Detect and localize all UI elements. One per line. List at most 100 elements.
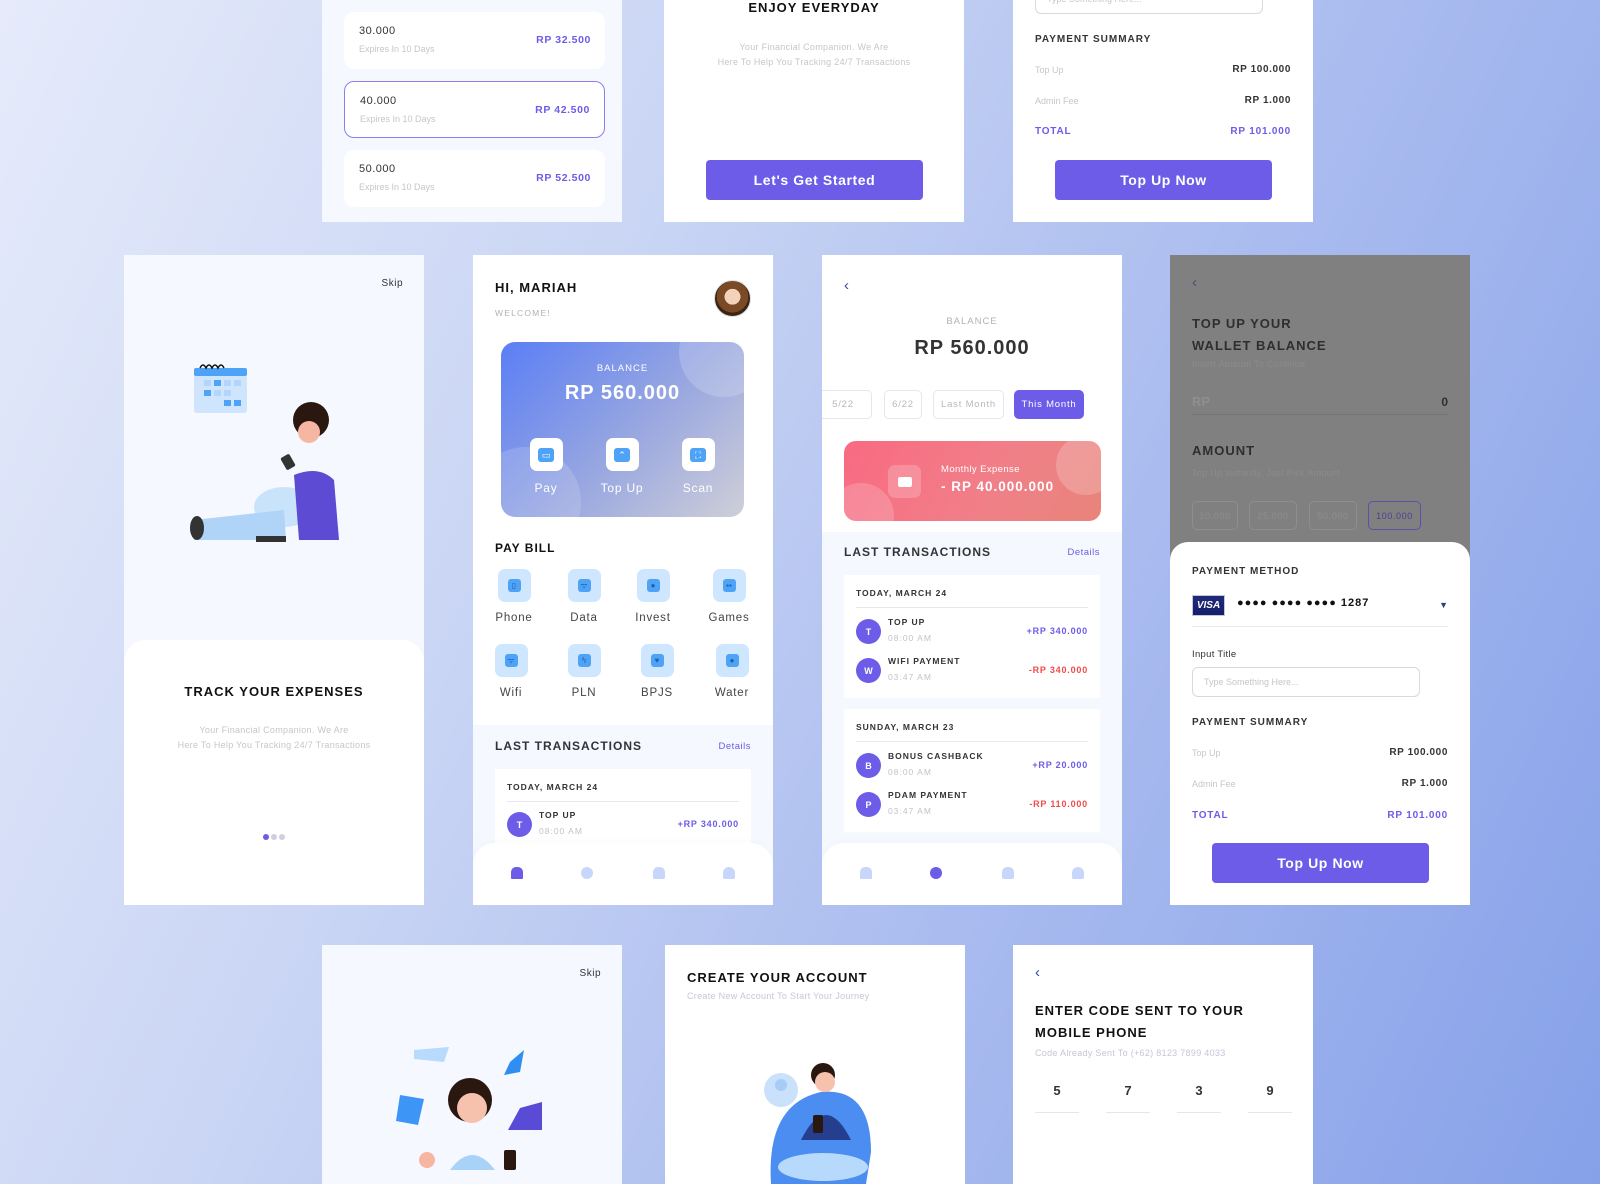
title-line: TOP UP YOUR — [1192, 316, 1292, 331]
history-icon[interactable] — [581, 867, 593, 879]
bill-phone[interactable]: ▯ Phone — [484, 569, 544, 624]
balance-label: BALANCE — [946, 316, 998, 327]
page-dot[interactable] — [279, 834, 285, 840]
get-started-button[interactable]: Let's Get Started — [706, 160, 923, 200]
filter-chip[interactable]: Last Month — [933, 390, 1004, 419]
transaction-avatar: P — [856, 792, 881, 817]
bill-bpjs[interactable]: ♥ BPJS — [627, 644, 687, 699]
home-icon[interactable] — [511, 867, 523, 879]
decorative-circle — [844, 483, 894, 521]
transaction-date: TODAY, MARCH 24 — [856, 588, 948, 598]
quick-action-pay[interactable]: ▭ Pay — [516, 438, 576, 495]
summary-total-row: TOTAL RP 101.000 — [1192, 810, 1448, 821]
input-title-field[interactable]: Type Something Here... — [1035, 0, 1263, 14]
back-chevron-icon[interactable]: ‹ — [1035, 965, 1040, 980]
summary-value: RP 101.000 — [1387, 810, 1448, 821]
details-link[interactable]: Details — [718, 741, 751, 752]
transaction-avatar: T — [856, 619, 881, 644]
amount-option[interactable]: 25.000 — [1249, 501, 1297, 530]
bill-label: Data — [570, 612, 598, 624]
summary-row: Admin Fee RP 1.000 — [1192, 778, 1448, 789]
amount-option[interactable]: 10.000 — [1192, 501, 1238, 530]
filter-chip-active[interactable]: This Month — [1014, 390, 1084, 419]
transaction-row[interactable]: P PDAM PAYMENT 03:47 AM -RP 110.000 — [856, 790, 1088, 820]
history-icon[interactable] — [930, 867, 942, 879]
otp-digit-input[interactable]: 5 — [1035, 1083, 1079, 1113]
transaction-row[interactable]: T TOP UP 08:00 AM +RP 340.000 — [856, 617, 1088, 647]
back-chevron-icon[interactable]: ‹ — [844, 278, 849, 293]
onboarding-track-screen: Skip TRACK YOUR EXPENSES Your Financial … — [124, 255, 424, 905]
details-link[interactable]: Details — [1067, 547, 1100, 558]
balance-card: BALANCE RP 560.000 ▭ Pay ⌃ Top Up ⛶ Scan — [501, 342, 744, 517]
divider — [856, 607, 1088, 608]
quick-action-scan[interactable]: ⛶ Scan — [668, 438, 728, 495]
expense-value: - RP 40.000.000 — [941, 479, 1055, 494]
avatar[interactable] — [714, 280, 751, 317]
bill-wifi[interactable]: ᯤ Wifi — [481, 644, 541, 699]
page-dot-active[interactable] — [263, 834, 269, 840]
transaction-amount: +RP 340.000 — [1026, 626, 1088, 636]
home-icon[interactable] — [860, 867, 872, 879]
package-price: RP 32.500 — [536, 34, 591, 46]
bill-games[interactable]: ▪▪ Games — [699, 569, 759, 624]
transaction-amount: +RP 20.000 — [1032, 760, 1088, 770]
bill-label: PLN — [571, 687, 597, 699]
amount-input[interactable]: RP 0 — [1192, 393, 1448, 415]
transaction-amount: +RP 340.000 — [677, 819, 739, 829]
heart-icon: ♥ — [640, 644, 674, 677]
skip-button[interactable]: Skip — [382, 278, 403, 289]
page-indicator — [124, 834, 424, 840]
bill-pln[interactable]: ϟ PLN — [554, 644, 614, 699]
summary-label: Admin Fee — [1035, 95, 1079, 106]
skip-button[interactable]: Skip — [580, 968, 601, 979]
quick-action-label: Top Up — [600, 481, 644, 495]
amount-subtitle: Top Up Instantly, Just Pick Amount — [1192, 468, 1341, 478]
last-transactions-title: LAST TRANSACTIONS — [844, 545, 991, 559]
balance-label: BALANCE — [596, 363, 649, 374]
back-chevron-icon[interactable]: ‹ — [1192, 275, 1197, 290]
top-up-now-button[interactable]: Top Up Now — [1055, 160, 1272, 200]
calendar-icon — [194, 364, 247, 413]
amount-value: 0 — [1441, 395, 1448, 409]
transaction-row[interactable]: W WIFI PAYMENT 03:47 AM -RP 340.000 — [856, 656, 1088, 686]
package-option[interactable]: 50.000 Expires In 10 Days RP 52.500 — [344, 150, 605, 207]
payment-bottom-sheet: PAYMENT METHOD VISA ●●●● ●●●● ●●●● 1287 … — [1170, 542, 1470, 905]
top-up-now-button[interactable]: Top Up Now — [1212, 843, 1429, 883]
package-price: RP 42.500 — [535, 104, 590, 116]
payment-summary-screen: Type Something Here... PAYMENT SUMMARY T… — [1013, 0, 1313, 222]
pay-bill-title: PAY BILL — [495, 541, 556, 555]
bell-icon[interactable] — [1002, 867, 1014, 879]
title-line: WALLET BALANCE — [1192, 338, 1327, 353]
summary-total-row: TOTAL RP 101.000 — [1035, 126, 1291, 137]
user-icon[interactable] — [1072, 867, 1084, 879]
balance-value: RP 560.000 — [914, 337, 1030, 359]
user-icon[interactable] — [723, 867, 735, 879]
bill-invest[interactable]: ● Invest — [623, 569, 683, 624]
package-list-screen: 30.000 Expires In 10 Days RP 32.500 40.0… — [322, 0, 622, 222]
quick-action-top-up[interactable]: ⌃ Top Up — [592, 438, 652, 495]
package-option-selected[interactable]: 40.000 Expires In 10 Days RP 42.500 — [344, 81, 605, 138]
bill-water[interactable]: ● Water — [702, 644, 762, 699]
create-account-screen: CREATE YOUR ACCOUNT Create New Account T… — [665, 945, 965, 1184]
bill-data[interactable]: ᯤ Data — [554, 569, 614, 624]
invest-icon: ● — [636, 569, 670, 602]
input-title-field[interactable]: Type Something Here... — [1192, 667, 1420, 697]
bell-icon[interactable] — [653, 867, 665, 879]
quick-action-label: Scan — [682, 481, 714, 495]
transaction-row[interactable]: T TOP UP 08:00 AM +RP 340.000 — [507, 810, 739, 840]
chevron-down-icon[interactable]: ▼ — [1439, 600, 1448, 610]
otp-digit-input[interactable]: 7 — [1106, 1083, 1150, 1113]
expense-label: Monthly Expense — [941, 464, 1020, 475]
amount-option-selected[interactable]: 100.000 — [1368, 501, 1421, 530]
package-option[interactable]: 30.000 Expires In 10 Days RP 32.500 — [344, 12, 605, 69]
amount-option[interactable]: 50.000 — [1309, 501, 1357, 530]
currency-label: RP — [1192, 394, 1211, 409]
otp-subtitle: Code Already Sent To (+62) 8123 7899 403… — [1035, 1048, 1226, 1058]
transaction-row[interactable]: B BONUS CASHBACK 08:00 AM +RP 20.000 — [856, 751, 1088, 781]
page-dot[interactable] — [271, 834, 277, 840]
filter-chip[interactable]: 5/22 — [822, 390, 872, 419]
otp-digit-input[interactable]: 3 — [1177, 1083, 1221, 1113]
otp-digit-input[interactable]: 9 — [1248, 1083, 1292, 1113]
transaction-name: TOP UP — [888, 617, 926, 627]
filter-chip[interactable]: 6/22 — [884, 390, 922, 419]
